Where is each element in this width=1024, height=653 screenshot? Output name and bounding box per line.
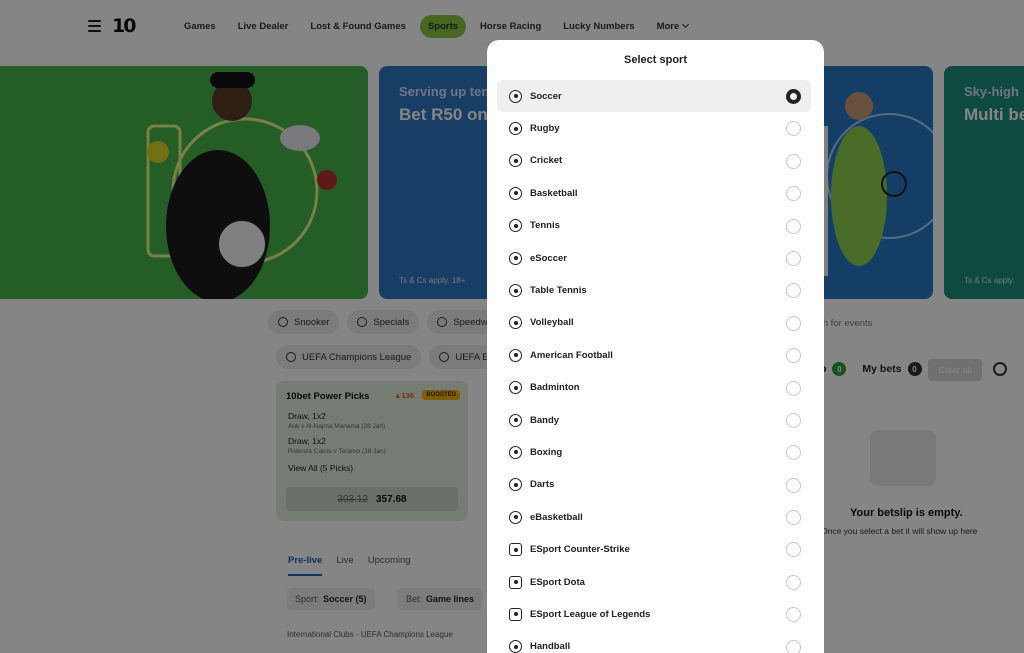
- sport-option-tennis[interactable]: Tennis: [497, 210, 811, 242]
- sport-label: eBasketball: [530, 511, 583, 523]
- sport-label: Volleyball: [530, 317, 574, 329]
- gamepad-icon: [509, 607, 522, 621]
- radio-unselected[interactable]: [786, 477, 801, 493]
- sport-option-cricket[interactable]: Cricket: [497, 145, 811, 177]
- sport-label: eSoccer: [530, 252, 567, 264]
- sport-label: Bandy: [530, 414, 560, 426]
- gamepad-icon: [509, 543, 522, 557]
- sport-option-volleyball[interactable]: Volleyball: [497, 307, 811, 339]
- sport-option-boxing[interactable]: Boxing: [497, 436, 811, 468]
- sport-label: ESport Dota: [530, 576, 585, 588]
- radio-unselected[interactable]: [786, 218, 801, 234]
- radio-unselected[interactable]: [786, 153, 801, 169]
- radio-unselected[interactable]: [786, 639, 801, 653]
- radio-unselected[interactable]: [786, 250, 801, 266]
- sport-label: Boxing: [530, 446, 563, 458]
- radio-unselected[interactable]: [786, 607, 801, 623]
- sport-option-esport-league-of-legends[interactable]: ESport League of Legends: [497, 598, 811, 630]
- radio-unselected[interactable]: [786, 348, 801, 364]
- sport-label: Handball: [530, 641, 571, 653]
- esoccer-icon: [509, 251, 522, 265]
- table-tennis-icon: [509, 284, 522, 298]
- sport-option-soccer[interactable]: Soccer: [497, 80, 811, 113]
- sport-option-rugby[interactable]: Rugby: [497, 112, 811, 144]
- sport-label: Badminton: [530, 382, 580, 394]
- sport-option-bandy[interactable]: Bandy: [497, 404, 811, 436]
- sport-option-american-football[interactable]: American Football: [497, 339, 811, 371]
- sport-option-ebasketball[interactable]: eBasketball: [497, 501, 811, 533]
- sport-option-esport-counter-strike[interactable]: ESport Counter-Strike: [497, 533, 811, 565]
- cricket-icon: [509, 154, 522, 168]
- sport-label: Rugby: [530, 123, 560, 135]
- badminton-icon: [509, 381, 522, 395]
- ebasketball-icon: [509, 510, 522, 524]
- sport-option-darts[interactable]: Darts: [497, 469, 811, 501]
- radio-unselected[interactable]: [786, 510, 801, 526]
- sport-option-badminton[interactable]: Badminton: [497, 372, 811, 404]
- sport-label: Basketball: [530, 187, 578, 199]
- radio-unselected[interactable]: [786, 380, 801, 396]
- radio-unselected[interactable]: [786, 186, 801, 202]
- sport-option-esport-dota[interactable]: ESport Dota: [497, 566, 811, 598]
- darts-icon: [509, 478, 522, 492]
- sport-label: ESport Counter-Strike: [530, 544, 630, 556]
- soccer-icon: [509, 89, 522, 103]
- american-football-icon: [509, 348, 522, 362]
- radio-unselected[interactable]: [786, 412, 801, 428]
- sport-option-basketball[interactable]: Basketball: [497, 177, 811, 209]
- radio-unselected[interactable]: [786, 315, 801, 331]
- rugby-icon: [509, 122, 522, 136]
- sport-label: Tennis: [530, 220, 560, 232]
- basketball-icon: [509, 186, 522, 200]
- radio-unselected[interactable]: [786, 574, 801, 590]
- radio-unselected[interactable]: [786, 121, 801, 137]
- tennis-icon: [509, 219, 522, 233]
- gamepad-icon: [509, 575, 522, 589]
- sport-list: Soccer Rugby Cricket Basketball Tennis e…: [497, 80, 811, 653]
- radio-unselected[interactable]: [786, 283, 801, 299]
- sport-label: American Football: [530, 349, 613, 361]
- bandy-icon: [509, 413, 522, 427]
- sport-label: Soccer: [530, 90, 562, 102]
- select-sport-modal: Select sport Soccer Rugby Cricket Basket…: [487, 40, 824, 653]
- sport-option-handball[interactable]: Handball: [497, 631, 811, 653]
- sport-label: Table Tennis: [530, 285, 587, 297]
- handball-icon: [509, 640, 522, 653]
- sport-label: Darts: [530, 479, 555, 491]
- sport-option-table-tennis[interactable]: Table Tennis: [497, 274, 811, 306]
- radio-unselected[interactable]: [786, 445, 801, 461]
- sport-label: Cricket: [530, 155, 563, 167]
- sport-option-esoccer[interactable]: eSoccer: [497, 242, 811, 274]
- modal-title: Select sport: [624, 54, 687, 66]
- sport-label: ESport League of Legends: [530, 608, 651, 620]
- radio-selected[interactable]: [786, 89, 801, 104]
- volleyball-icon: [509, 316, 522, 330]
- radio-unselected[interactable]: [786, 542, 801, 558]
- boxing-icon: [509, 445, 522, 459]
